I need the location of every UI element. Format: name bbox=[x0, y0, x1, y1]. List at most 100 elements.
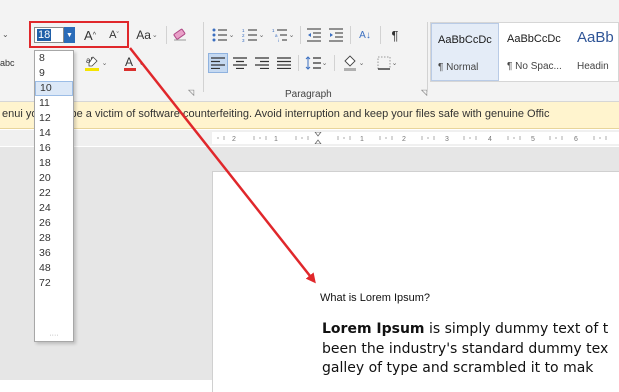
borders-icon bbox=[377, 56, 391, 70]
document-line-2: been the industry's standard dummy tex bbox=[322, 341, 609, 357]
justify-button[interactable] bbox=[274, 53, 294, 73]
font-size-option[interactable]: 12 bbox=[35, 111, 73, 126]
font-size-options: 8 9 10 11 12 14 16 18 20 22 24 26 28 36 48 72 bbox=[35, 51, 73, 291]
paint-bucket-icon bbox=[343, 55, 356, 71]
ruler-text-area: 2 1 1 2 3 4 5 6 bbox=[212, 132, 619, 144]
document-heading: What is Lorem Ipsum? bbox=[320, 292, 431, 304]
increase-indent-button[interactable] bbox=[326, 26, 346, 44]
justify-icon bbox=[277, 57, 291, 69]
chevron-down-icon: ⌄ bbox=[391, 60, 398, 67]
change-case-button[interactable]: Aa ⌄ bbox=[132, 27, 162, 43]
svg-text:3: 3 bbox=[242, 38, 245, 42]
document-line-1: Lorem Ipsum is simply dummy text of t bbox=[322, 321, 608, 337]
align-right-icon bbox=[255, 57, 269, 69]
font-size-option[interactable]: 48 bbox=[35, 261, 73, 276]
eraser-icon bbox=[173, 28, 186, 41]
font-size-option[interactable]: 11 bbox=[35, 96, 73, 111]
line-spacing-button[interactable]: ⌄ bbox=[302, 53, 330, 73]
document-page[interactable] bbox=[212, 171, 619, 392]
svg-text:A: A bbox=[125, 55, 133, 69]
font-size-option[interactable]: 14 bbox=[35, 126, 73, 141]
show-formatting-button[interactable]: ¶ bbox=[384, 26, 406, 44]
numbering-icon: 123 bbox=[242, 28, 257, 42]
align-center-icon bbox=[233, 57, 247, 69]
style-preview: AaBbCcDc bbox=[438, 34, 492, 46]
style-normal[interactable]: AaBbCcDc ¶ Normal bbox=[431, 23, 499, 81]
style-name: ¶ No Spac... bbox=[507, 61, 562, 72]
chevron-down-icon: ⌄ bbox=[138, 60, 145, 67]
resize-grip-icon[interactable]: ···· bbox=[35, 332, 73, 341]
align-center-button[interactable] bbox=[230, 53, 250, 73]
bullets-button[interactable]: ⌄ bbox=[210, 26, 236, 44]
change-case-label: Aa bbox=[136, 28, 151, 42]
svg-text:3: 3 bbox=[445, 136, 449, 143]
chevron-down-icon: ⌄ bbox=[288, 32, 295, 39]
decrease-indent-button[interactable] bbox=[304, 26, 324, 44]
svg-text:2: 2 bbox=[232, 136, 236, 143]
align-left-icon bbox=[211, 57, 225, 69]
font-size-option[interactable]: 8 bbox=[35, 51, 73, 66]
svg-text:5: 5 bbox=[531, 136, 535, 143]
font-size-option[interactable]: 26 bbox=[35, 216, 73, 231]
ribbon: ⌄ abc 18 ▼ A^ Aˇ Aa⌄ Ⓐ⌄ ab ⌄ A ⌄ ◹ ⌄ 123… bbox=[0, 0, 619, 102]
svg-text:6: 6 bbox=[574, 136, 578, 143]
font-size-option[interactable]: 20 bbox=[35, 171, 73, 186]
sort-button[interactable]: A↓ bbox=[354, 26, 376, 44]
bold-lead: Lorem Ipsum bbox=[322, 321, 425, 337]
style-name: ¶ Normal bbox=[438, 62, 479, 73]
chevron-down-icon: ⌄ bbox=[321, 60, 328, 67]
line-1-rest: is simply dummy text of t bbox=[424, 321, 609, 337]
style-heading-1[interactable]: AaBb Headin bbox=[571, 23, 619, 81]
chevron-down-icon: ⌄ bbox=[358, 60, 365, 67]
chevron-down-icon: ⌄ bbox=[228, 32, 235, 39]
svg-text:2: 2 bbox=[402, 136, 406, 143]
svg-text:1: 1 bbox=[274, 136, 278, 143]
document-line-3: galley of type and scrambled it to mak bbox=[322, 360, 594, 376]
font-size-option[interactable]: 9 bbox=[35, 66, 73, 81]
align-right-button[interactable] bbox=[252, 53, 272, 73]
font-size-dropdown-list[interactable]: 8 9 10 11 12 14 16 18 20 22 24 26 28 36 48 72 ···· bbox=[34, 50, 74, 342]
font-size-option[interactable]: 28 bbox=[35, 231, 73, 246]
font-size-option[interactable]: 36 bbox=[35, 246, 73, 261]
highlight-color-button[interactable]: ab ⌄ bbox=[80, 54, 110, 72]
clear-formatting-button[interactable] bbox=[170, 26, 190, 44]
multilevel-list-button[interactable]: 1ai ⌄ bbox=[270, 26, 296, 44]
svg-text:i: i bbox=[278, 38, 279, 42]
font-size-option[interactable]: 72 bbox=[35, 276, 73, 291]
svg-text:1: 1 bbox=[360, 136, 364, 143]
sort-icon: A↓ bbox=[359, 29, 371, 41]
style-preview: AaBb bbox=[577, 29, 614, 46]
ribbon-left-fragment: abc bbox=[0, 58, 15, 68]
ruler-ticks: 2 1 1 2 3 4 5 6 bbox=[217, 132, 607, 144]
font-color-icon: A bbox=[123, 55, 136, 71]
chevron-down-icon: ⌄ bbox=[151, 32, 158, 39]
font-size-option[interactable]: 16 bbox=[35, 141, 73, 156]
horizontal-ruler[interactable]: 2 1 1 2 3 4 5 6 bbox=[0, 130, 619, 146]
style-preview: AaBbCcDc bbox=[507, 33, 561, 45]
font-size-option[interactable]: 22 bbox=[35, 186, 73, 201]
numbering-button[interactable]: 123 ⌄ bbox=[240, 26, 266, 44]
license-warning-bar: enui you may be a victim of software cou… bbox=[0, 102, 619, 129]
styles-gallery: AaBbCcDc ¶ Normal AaBbCcDc ¶ No Spac... … bbox=[430, 22, 619, 82]
style-no-spacing[interactable]: AaBbCcDc ¶ No Spac... bbox=[501, 23, 571, 81]
chevron-down-icon: ⌄ bbox=[258, 32, 265, 39]
chevron-down-icon: ⌄ bbox=[101, 60, 108, 67]
font-group-launcher-icon[interactable]: ◹ bbox=[188, 88, 194, 97]
borders-button[interactable]: ⌄ bbox=[372, 53, 402, 73]
ribbon-left-chevron-icon[interactable]: ⌄ bbox=[2, 30, 9, 39]
font-size-option[interactable]: 24 bbox=[35, 201, 73, 216]
shading-button[interactable]: ⌄ bbox=[338, 53, 368, 73]
pilcrow-icon: ¶ bbox=[391, 27, 399, 43]
increase-indent-icon bbox=[329, 28, 343, 42]
font-size-highlight-box bbox=[29, 21, 129, 48]
bullets-icon bbox=[212, 28, 227, 42]
line-spacing-icon bbox=[305, 56, 321, 70]
highlighter-icon: ab bbox=[84, 56, 99, 71]
license-warning-text: enui you may be a victim of software cou… bbox=[2, 108, 550, 120]
font-size-option[interactable]: 18 bbox=[35, 156, 73, 171]
decrease-indent-icon bbox=[307, 28, 321, 42]
font-color-button[interactable]: A ⌄ bbox=[118, 54, 148, 72]
font-size-option[interactable]: 10 bbox=[35, 81, 73, 96]
align-left-button[interactable] bbox=[208, 53, 228, 73]
paragraph-group-label: Paragraph bbox=[285, 89, 332, 100]
